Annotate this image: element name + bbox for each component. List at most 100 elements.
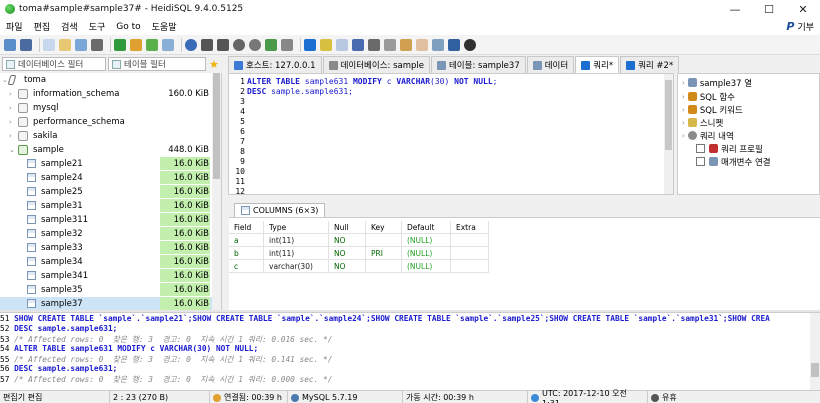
load-sql-icon[interactable] <box>336 38 348 51</box>
table-tools-icon[interactable] <box>162 38 174 51</box>
code-line-1[interactable]: ALTER TABLE sample631 MODIFY c VARCHAR(3… <box>247 77 498 86</box>
table-cell[interactable]: int(11) <box>264 234 329 247</box>
editor-scrollbar-thumb[interactable] <box>665 80 672 150</box>
tab-host[interactable]: 호스트: 127.0.0.1 <box>228 56 322 73</box>
table-cell[interactable]: a <box>229 234 264 247</box>
chevron-right-icon[interactable]: › <box>682 119 685 127</box>
logical-icon[interactable] <box>432 38 444 51</box>
chevron-right-icon[interactable]: › <box>682 93 685 101</box>
helper-item-bind-parameters[interactable]: 매개변수 연결 <box>678 155 771 168</box>
sql-log[interactable]: 51 SHOW CREATE TABLE `sample`.`sample21`… <box>0 312 820 390</box>
result-tab-columns[interactable]: COLUMNS (6×3) <box>234 203 326 217</box>
table-cell[interactable] <box>451 247 489 260</box>
column-header-default[interactable]: Default <box>402 221 451 234</box>
tab-data[interactable]: 데이터 <box>526 56 575 73</box>
chevron-right-icon[interactable]: › <box>9 132 12 140</box>
tab-query-2[interactable]: 쿼리 #2* <box>620 56 680 73</box>
chevron-right-icon[interactable]: › <box>9 104 12 112</box>
tree-db-sample[interactable]: ⌄ sample 448.0 KiB <box>0 143 213 157</box>
next-record-icon[interactable] <box>217 38 229 51</box>
tab-table[interactable]: 테이블: sample37 <box>430 56 526 73</box>
chevron-right-icon[interactable]: › <box>682 79 685 87</box>
table-cell[interactable]: b <box>229 247 264 260</box>
wrap-icon[interactable] <box>400 38 412 51</box>
chevron-right-icon[interactable]: › <box>682 132 685 140</box>
tree-db-performance-schema[interactable]: › performance_schema <box>0 115 213 129</box>
last-record-icon[interactable] <box>233 38 245 51</box>
chevron-right-icon[interactable]: › <box>682 106 685 114</box>
menu-tools[interactable]: 도구 <box>89 20 106 33</box>
close-button[interactable]: ✕ <box>786 0 820 18</box>
donate-button[interactable]: P 기부 <box>786 20 814 33</box>
copy-icon[interactable] <box>43 38 55 51</box>
tree-table-sample35[interactable]: sample35 16.0 KiB <box>0 283 213 297</box>
print-icon[interactable] <box>91 38 103 51</box>
log-scrollbar-thumb[interactable] <box>811 363 819 377</box>
column-header-extra[interactable]: Extra <box>451 221 489 234</box>
query-options-icon[interactable] <box>320 38 332 51</box>
favorites-star-icon[interactable]: ★ <box>209 58 219 71</box>
maximize-button[interactable]: ☐ <box>752 0 786 18</box>
table-cell[interactable] <box>366 260 402 273</box>
menu-help[interactable]: 도움말 <box>152 20 177 33</box>
column-header-field[interactable]: Field <box>229 221 264 234</box>
table-cell[interactable]: int(11) <box>264 247 329 260</box>
table-cell[interactable]: NO <box>329 260 366 273</box>
result-grid[interactable]: Field Type Null Key Default Extra a int(… <box>229 217 820 310</box>
tree-root-toma[interactable]: ⌄ toma <box>0 73 213 87</box>
explain-icon[interactable] <box>448 38 460 51</box>
chevron-down-icon[interactable]: ⌄ <box>9 146 15 154</box>
first-record-icon[interactable] <box>185 38 197 51</box>
tree-table-sample25[interactable]: sample25 16.0 KiB <box>0 185 213 199</box>
discard-icon[interactable] <box>281 38 293 51</box>
menu-goto[interactable]: Go to <box>116 22 140 32</box>
cancel-record-icon[interactable] <box>249 38 261 51</box>
prev-record-icon[interactable] <box>201 38 213 51</box>
sql-editor[interactable]: 1 2 3 4 5 6 7 8 9 10 11 12 ALTER TABLE s… <box>228 73 674 195</box>
session-manager-icon[interactable] <box>4 38 16 51</box>
tree-table-sample37[interactable]: sample37 16.0 KiB <box>0 297 213 310</box>
export-icon[interactable] <box>75 38 87 51</box>
menu-file[interactable]: 파일 <box>6 20 23 33</box>
run-query-icon[interactable] <box>304 38 316 51</box>
table-cell[interactable]: (NULL) <box>402 260 451 273</box>
database-filter-input[interactable]: 데이터베이스 필터 <box>2 57 106 71</box>
tree-table-sample32[interactable]: sample32 16.0 KiB <box>0 227 213 241</box>
table-cell[interactable]: varchar(30) <box>264 260 329 273</box>
helper-item-sql-functions[interactable]: › SQL 함수 <box>678 90 735 103</box>
find-icon[interactable] <box>384 38 396 51</box>
tab-database[interactable]: 데이터베이스: sample <box>322 56 430 73</box>
database-tree[interactable]: ⌄ toma › information_schema 160.0 KiB › … <box>0 73 222 310</box>
tree-scrollbar-thumb[interactable] <box>213 73 220 179</box>
tab-query[interactable]: 쿼리* <box>575 56 620 73</box>
chevron-right-icon[interactable]: › <box>9 118 12 126</box>
bind-parameters-checkbox[interactable] <box>696 157 705 166</box>
tree-db-information-schema[interactable]: › information_schema 160.0 KiB <box>0 87 213 101</box>
editor-scrollbar[interactable] <box>664 74 673 194</box>
add-icon[interactable] <box>146 38 158 51</box>
code-line-2[interactable]: DESC sample.sample631; <box>247 87 353 96</box>
column-header-key[interactable]: Key <box>366 221 402 234</box>
tree-db-sakila[interactable]: › sakila <box>0 129 213 143</box>
helper-item-sql-keywords[interactable]: › SQL 키워드 <box>678 103 743 116</box>
tree-table-sample341[interactable]: sample341 16.0 KiB <box>0 269 213 283</box>
user-manager-icon[interactable] <box>130 38 142 51</box>
log-scrollbar[interactable] <box>810 313 820 390</box>
save-as-snippet-icon[interactable] <box>368 38 380 51</box>
chevron-right-icon[interactable]: › <box>9 90 12 98</box>
tree-table-sample21[interactable]: sample21 16.0 KiB <box>0 157 213 171</box>
tree-table-sample311[interactable]: sample311 16.0 KiB <box>0 213 213 227</box>
query-profile-checkbox[interactable] <box>696 144 705 153</box>
post-record-icon[interactable] <box>265 38 277 51</box>
save-sql-icon[interactable] <box>352 38 364 51</box>
tree-db-mysql[interactable]: › mysql <box>0 101 213 115</box>
tree-table-sample24[interactable]: sample24 16.0 KiB <box>0 171 213 185</box>
paste-icon[interactable] <box>59 38 71 51</box>
tree-table-sample34[interactable]: sample34 16.0 KiB <box>0 255 213 269</box>
helper-item-query-history[interactable]: › 쿼리 내역 <box>678 129 734 142</box>
helper-item-query-profile[interactable]: 쿼리 프로필 <box>678 142 763 155</box>
query-helpers-panel[interactable]: › sample37 열 › SQL 함수 › SQL 키워드 › 스니펫 › … <box>677 73 820 195</box>
menu-search[interactable]: 검색 <box>61 20 78 33</box>
table-cell[interactable] <box>451 260 489 273</box>
menu-edit[interactable]: 편집 <box>34 20 51 33</box>
